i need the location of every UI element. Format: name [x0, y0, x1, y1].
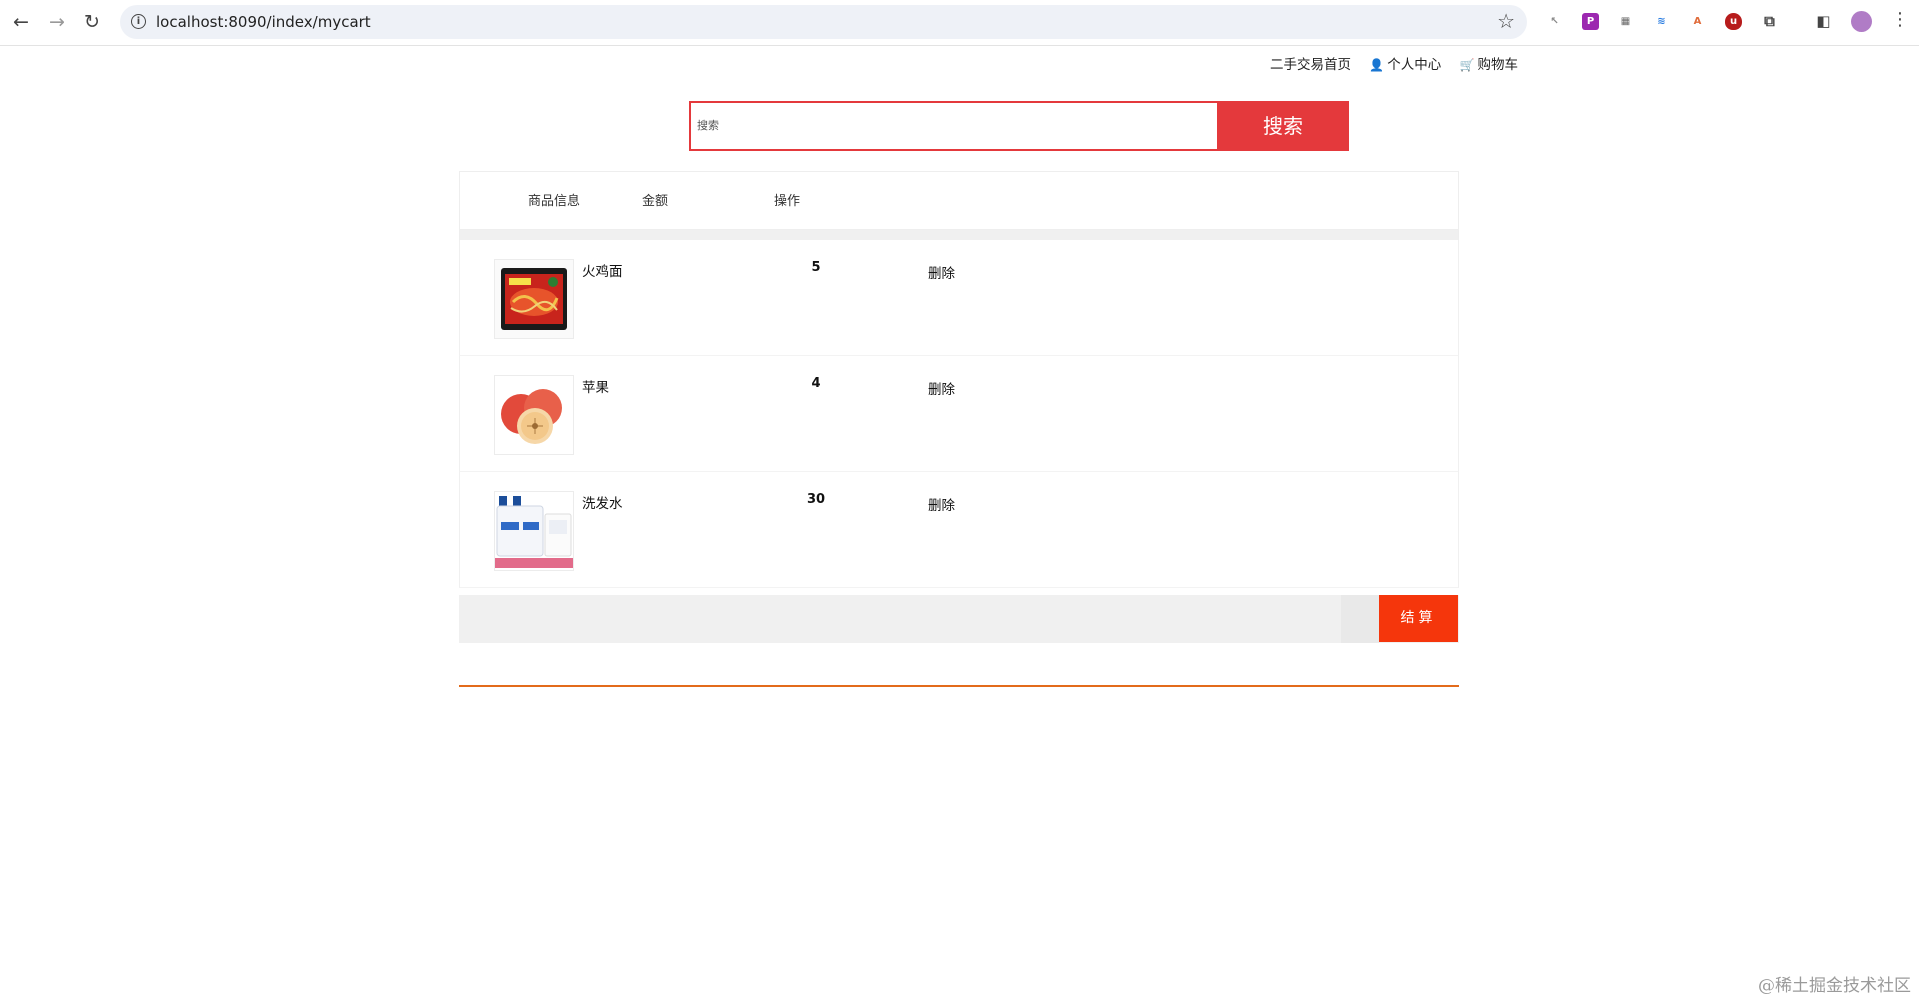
- browser-toolbar: ← → ↻ i localhost:8090/index/mycart ☆ ↖ …: [0, 0, 1919, 46]
- reload-icon[interactable]: ↻: [81, 11, 103, 33]
- product-amount: 5: [811, 260, 821, 275]
- cart-row: 苹果 4 删除: [459, 356, 1459, 472]
- product-image[interactable]: [494, 491, 574, 571]
- delete-link[interactable]: 删除: [928, 494, 955, 514]
- product-name: 洗发水: [582, 496, 623, 512]
- product-image[interactable]: [494, 375, 574, 455]
- menu-kebab-icon[interactable]: ⋮: [1891, 9, 1909, 30]
- cart-row: 火鸡面 5 删除: [459, 240, 1459, 356]
- extension-cursor-icon[interactable]: ↖: [1546, 13, 1563, 30]
- nav-cart-label: 购物车: [1477, 57, 1519, 73]
- bookmark-star-icon[interactable]: ☆: [1497, 9, 1515, 33]
- url-text[interactable]: localhost:8090/index/mycart: [156, 13, 371, 31]
- cart-footer: 结算: [459, 595, 1459, 643]
- back-icon[interactable]: ←: [10, 11, 32, 33]
- cart-row: 洗发水 30 删除: [459, 472, 1459, 588]
- forward-icon[interactable]: →: [46, 11, 68, 33]
- profile-avatar[interactable]: [1851, 11, 1872, 32]
- nav-cart-link[interactable]: 🛒 购物车: [1460, 57, 1518, 73]
- cart-table: 商品信息 金额 操作 火鸡面 5 删除 苹果 4 删除 洗发水 30 删除: [459, 171, 1459, 588]
- side-panel-icon[interactable]: ◧: [1815, 13, 1832, 30]
- product-image[interactable]: [494, 259, 574, 339]
- product-amount: 30: [806, 492, 826, 507]
- delete-link[interactable]: 删除: [928, 378, 955, 398]
- nav-profile-link[interactable]: 👤 个人中心: [1369, 57, 1441, 73]
- header-amount: 金额: [642, 194, 669, 209]
- extension-shield-icon[interactable]: u: [1725, 13, 1742, 30]
- footer-spacer: [1341, 595, 1379, 643]
- top-navigation: 二手交易首页 👤 个人中心 🛒 购物车: [1270, 53, 1518, 73]
- search-button[interactable]: 搜索: [1217, 101, 1349, 151]
- nav-home-link[interactable]: 二手交易首页: [1270, 57, 1351, 73]
- nav-profile-label: 个人中心: [1387, 57, 1442, 73]
- product-name: 火鸡面: [582, 264, 623, 280]
- extension-layers-icon[interactable]: ≋: [1653, 13, 1670, 30]
- product-name: 苹果: [582, 380, 609, 396]
- user-icon: 👤: [1369, 58, 1385, 72]
- delete-link[interactable]: 删除: [928, 262, 955, 282]
- bottom-divider: [459, 685, 1459, 687]
- extension-purple-icon[interactable]: P: [1582, 13, 1599, 30]
- cart-icon: 🛒: [1459, 58, 1475, 72]
- header-action: 操作: [774, 194, 801, 209]
- search-input[interactable]: [689, 101, 1217, 151]
- extensions-puzzle-icon[interactable]: ⧉: [1761, 13, 1778, 30]
- extension-a-icon[interactable]: A: [1689, 13, 1706, 30]
- search-bar: 搜索: [689, 101, 1349, 151]
- info-icon[interactable]: i: [131, 14, 146, 29]
- product-amount: 4: [811, 376, 821, 391]
- header-divider: [459, 230, 1459, 240]
- header-product-info: 商品信息: [528, 194, 581, 209]
- cart-header: 商品信息 金额 操作: [459, 171, 1459, 230]
- address-bar[interactable]: i localhost:8090/index/mycart ☆: [120, 5, 1527, 39]
- extension-grid-icon[interactable]: ▦: [1617, 13, 1634, 30]
- watermark-text: @稀土掘金技术社区: [1758, 976, 1911, 996]
- checkout-button[interactable]: 结算: [1379, 595, 1458, 642]
